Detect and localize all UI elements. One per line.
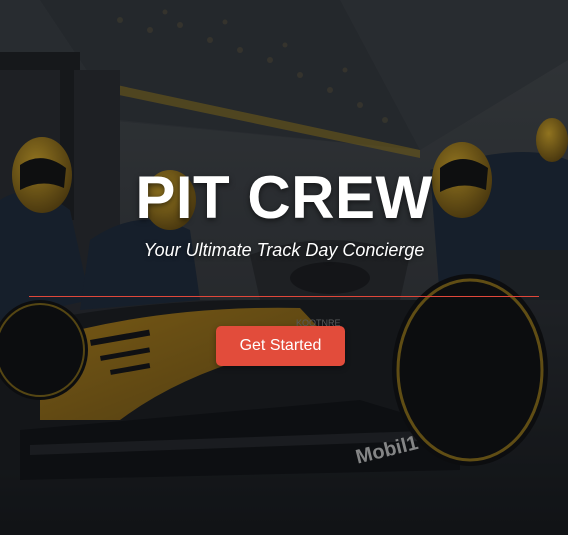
hero-section: Mobil1 KOOTNRE PIT CREW Your Ultimate Tr… [0,0,568,535]
get-started-button[interactable]: Get Started [216,326,345,366]
hero-divider [29,296,539,297]
hero-title: PIT CREW [135,164,433,231]
hero-subtitle: Your Ultimate Track Day Concierge [143,240,425,260]
hero-content: PIT CREW Your Ultimate Track Day Concier… [0,0,568,535]
